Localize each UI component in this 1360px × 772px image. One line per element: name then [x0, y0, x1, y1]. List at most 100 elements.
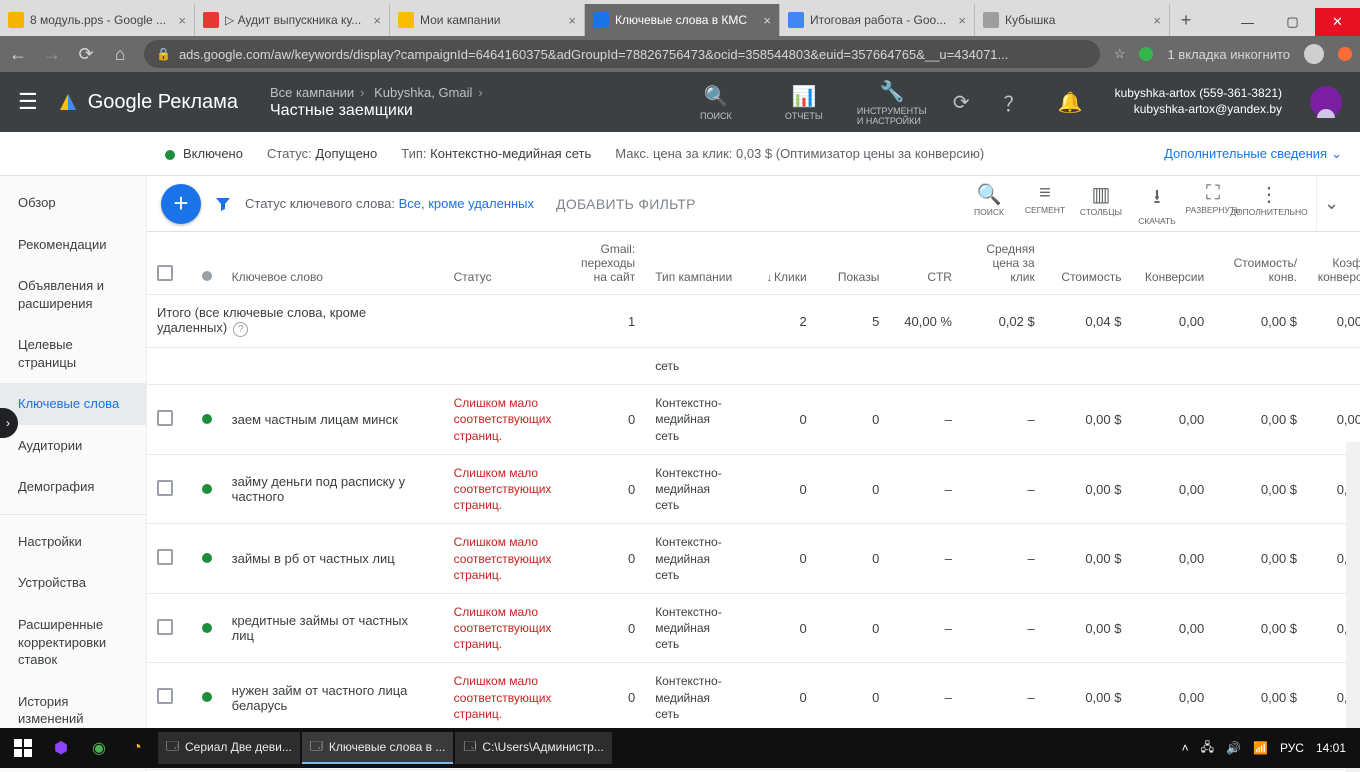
col-impr[interactable]: Показы — [817, 232, 890, 295]
table-row[interactable]: заем частным лицам минскСлишком мало соо… — [147, 385, 1360, 455]
col-type[interactable]: Тип кампании — [645, 232, 746, 295]
col-costconv[interactable]: Стоимость/конв. — [1214, 232, 1307, 295]
status-dot-icon — [165, 150, 175, 160]
more-details-link[interactable]: Дополнительные сведения ⌄ — [1164, 146, 1342, 162]
menu-icon[interactable]: ☰ — [18, 89, 38, 115]
row-checkbox[interactable] — [157, 688, 173, 704]
reload-button[interactable]: ⟳ — [76, 44, 96, 65]
filter-icon[interactable] — [215, 196, 231, 212]
taskbar-pin-2[interactable]: ◉ — [82, 731, 116, 765]
add-keyword-button[interactable]: + — [161, 184, 201, 224]
sidebar-item[interactable]: Рекомендации — [0, 224, 146, 266]
col-avgcpc[interactable]: Средняя цена за клик — [962, 232, 1045, 295]
browser-tab[interactable]: Итоговая работа - Goo...× — [780, 4, 975, 36]
tray-up-icon[interactable]: ˄ — [1182, 741, 1189, 755]
sidebar-item[interactable]: Аудитории — [0, 425, 146, 467]
sidebar-item[interactable]: Обзор — [0, 182, 146, 224]
breadcrumb[interactable]: Все кампании› Kubyshka, Gmail› — [270, 85, 489, 100]
header-search[interactable]: 🔍ПОИСК — [681, 84, 751, 121]
col-clicks[interactable]: ↓Клики — [746, 232, 817, 295]
close-tab-icon[interactable]: × — [763, 13, 771, 28]
enabled-label[interactable]: Включено — [183, 146, 243, 161]
extension-icon[interactable] — [1139, 47, 1153, 61]
col-ctr[interactable]: CTR — [889, 232, 962, 295]
toolbar-download[interactable]: ⭳СКАЧАТЬ — [1130, 182, 1184, 226]
refresh-icon[interactable]: ⟳ — [953, 90, 970, 115]
row-checkbox[interactable] — [157, 480, 173, 496]
account-info[interactable]: kubyshka-artox (559-361-3821) kubyshka-a… — [1115, 86, 1282, 117]
close-window-button[interactable]: ✕ — [1315, 8, 1360, 36]
close-tab-icon[interactable]: × — [568, 13, 576, 28]
help-icon[interactable]: ？ — [1004, 88, 1024, 117]
tray-network-icon[interactable]: 🖧 — [1201, 738, 1214, 759]
new-tab-button[interactable]: + — [1170, 4, 1202, 36]
language-indicator[interactable]: РУС — [1280, 741, 1304, 755]
col-conv[interactable]: Конверсии — [1131, 232, 1214, 295]
status-dot-icon — [202, 692, 212, 702]
col-gmail[interactable]: Gmail: переходы на сайт — [562, 232, 645, 295]
back-button[interactable]: ← — [8, 44, 28, 65]
table-row[interactable]: займу деньги под расписку у частногоСлиш… — [147, 454, 1360, 524]
taskbar-pin-1[interactable]: ⬢ — [44, 731, 78, 765]
close-tab-icon[interactable]: × — [373, 13, 381, 28]
col-status[interactable]: Статус — [444, 232, 563, 295]
toolbar-expand[interactable]: ⛶РАЗВЕРНУТЬ — [1186, 182, 1240, 226]
toolbar-chevron[interactable]: ⌄ — [1316, 176, 1346, 231]
close-tab-icon[interactable]: × — [1153, 13, 1161, 28]
profile-badge-icon[interactable] — [1338, 47, 1352, 61]
header-tools[interactable]: 🔧ИНСТРУМЕНТЫ И НАСТРОЙКИ — [857, 79, 927, 126]
chevron-down-icon: ⌄ — [1331, 146, 1342, 162]
avatar[interactable] — [1310, 86, 1342, 118]
help-icon[interactable]: ? — [233, 322, 248, 337]
sidebar-item[interactable]: Демография — [0, 466, 146, 508]
table-row[interactable]: займы в рб от частных лицСлишком мало со… — [147, 524, 1360, 594]
taskbar-app[interactable]: 🗔Сериал Две деви... — [158, 732, 300, 764]
browser-tab[interactable]: Кубышка× — [975, 4, 1170, 36]
sidebar-item[interactable]: Устройства — [0, 562, 146, 604]
toolbar-segment[interactable]: ≡СЕГМЕНТ — [1018, 182, 1072, 226]
table-row[interactable]: кредитные займы от частных лицСлишком ма… — [147, 593, 1360, 663]
clock[interactable]: 14:01 — [1316, 741, 1346, 755]
row-checkbox[interactable] — [157, 549, 173, 565]
url-input[interactable]: 🔒 ads.google.com/aw/keywords/display?cam… — [144, 40, 1100, 68]
tray-volume-icon[interactable]: 🔊 — [1226, 741, 1241, 755]
row-checkbox[interactable] — [157, 619, 173, 635]
select-all-checkbox[interactable] — [157, 265, 173, 281]
notifications-icon[interactable]: 🔔 — [1058, 90, 1083, 115]
browser-tab[interactable]: 8 модуль.pps - Google ...× — [0, 4, 195, 36]
minimize-button[interactable]: — — [1225, 8, 1270, 36]
scrollbar-track[interactable] — [1346, 442, 1360, 772]
start-button[interactable] — [6, 731, 40, 765]
logo[interactable]: Google Реклама — [56, 90, 238, 114]
sidebar-item[interactable]: Объявления и расширения — [0, 265, 146, 324]
close-tab-icon[interactable]: × — [178, 13, 186, 28]
col-cost[interactable]: Стоимость — [1045, 232, 1132, 295]
table-row[interactable]: нужен займ от частного лица беларусьСлиш… — [147, 663, 1360, 733]
col-qty[interactable]: Коэф конверс — [1307, 232, 1360, 295]
toolbar-columns[interactable]: ▥СТОЛБЦЫ — [1074, 182, 1128, 226]
row-checkbox[interactable] — [157, 410, 173, 426]
close-tab-icon[interactable]: × — [958, 13, 966, 28]
browser-tab[interactable]: Ключевые слова в КМС× — [585, 4, 780, 36]
taskbar-app[interactable]: 🗔C:\Users\Администр... — [455, 732, 611, 764]
status-header-icon[interactable] — [202, 271, 212, 281]
taskbar-pin-3[interactable]: ◔ — [120, 731, 154, 765]
sidebar-item[interactable]: Ключевые слова — [0, 383, 146, 425]
header-reports[interactable]: 📊ОТЧЕТЫ — [769, 84, 839, 121]
browser-tab[interactable]: Мои кампании× — [390, 4, 585, 36]
sidebar-item[interactable]: Настройки — [0, 521, 146, 563]
tray-wifi-icon[interactable]: 📶 — [1253, 741, 1268, 755]
add-filter-button[interactable]: ДОБАВИТЬ ФИЛЬТР — [556, 196, 696, 212]
forward-button[interactable]: → — [42, 44, 62, 65]
sidebar-item[interactable]: Целевые страницы — [0, 324, 146, 383]
browser-tab[interactable]: ▷ Аудит выпускника ку...× — [195, 4, 390, 36]
sidebar-item[interactable]: Расширенные корректировки ставок — [0, 604, 146, 681]
maximize-button[interactable]: ▢ — [1270, 8, 1315, 36]
toolbar-more[interactable]: ⋮ДОПОЛНИТЕЛЬНО — [1242, 182, 1296, 226]
col-keyword[interactable]: Ключевое слово — [222, 232, 444, 295]
home-button[interactable]: ⌂ — [110, 44, 130, 65]
taskbar-app[interactable]: 🗔Ключевые слова в ... — [302, 732, 453, 764]
toolbar-search[interactable]: 🔍ПОИСК — [962, 182, 1016, 226]
filter-chip[interactable]: Статус ключевого слова: Все, кроме удале… — [245, 196, 534, 211]
bookmark-icon[interactable]: ☆ — [1114, 46, 1126, 62]
